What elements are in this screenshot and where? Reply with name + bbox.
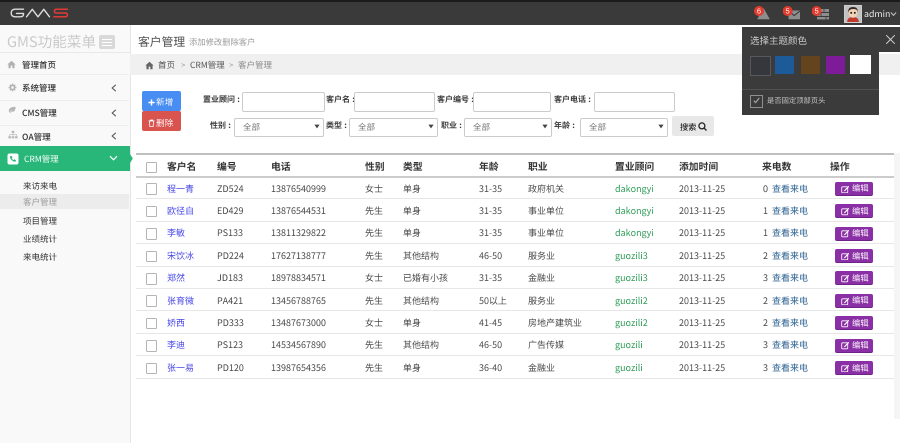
svg-text:5: 5	[786, 7, 790, 16]
svg-text:6: 6	[757, 7, 761, 16]
svg-text:5: 5	[815, 7, 819, 16]
